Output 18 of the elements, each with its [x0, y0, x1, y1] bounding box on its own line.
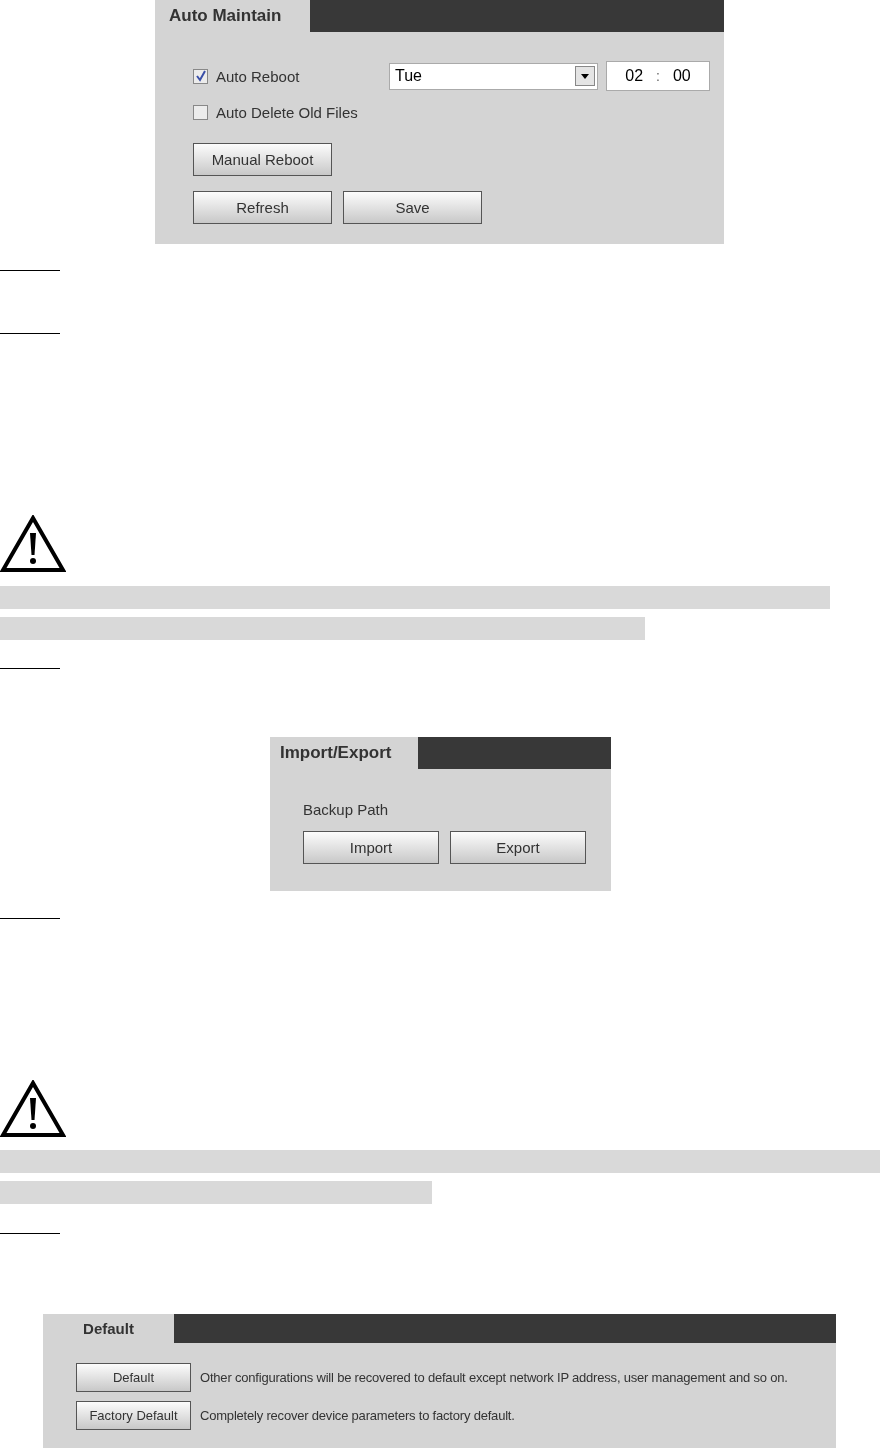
manual-reboot-button[interactable]: Manual Reboot [193, 143, 332, 176]
auto-reboot-checkbox[interactable]: Auto Reboot [193, 67, 389, 85]
auto-delete-checkbox[interactable]: Auto Delete Old Files [193, 103, 389, 121]
backup-path-label: Backup Path [303, 801, 390, 820]
caret-icon [575, 66, 595, 86]
warning-icon [0, 1080, 66, 1138]
action-button[interactable]: Save [343, 191, 482, 224]
check-icon [194, 70, 207, 82]
day-dropdown[interactable]: Tue [389, 62, 598, 90]
description-text: Other configurations will be recovered to default except network IP address, user management and so on. [200, 1370, 788, 1385]
action-button[interactable]: Refresh [193, 191, 332, 224]
action-button[interactable]: Import [303, 831, 439, 864]
default-button[interactable]: Factory Default [76, 1401, 191, 1430]
time-field[interactable]: 02 : 00 [606, 61, 710, 91]
warning-icon [0, 515, 66, 573]
description-text: Completely recover device parameters to factory default. [200, 1408, 515, 1423]
action-button[interactable]: Export [450, 831, 586, 864]
default-button[interactable]: Default [76, 1363, 191, 1392]
